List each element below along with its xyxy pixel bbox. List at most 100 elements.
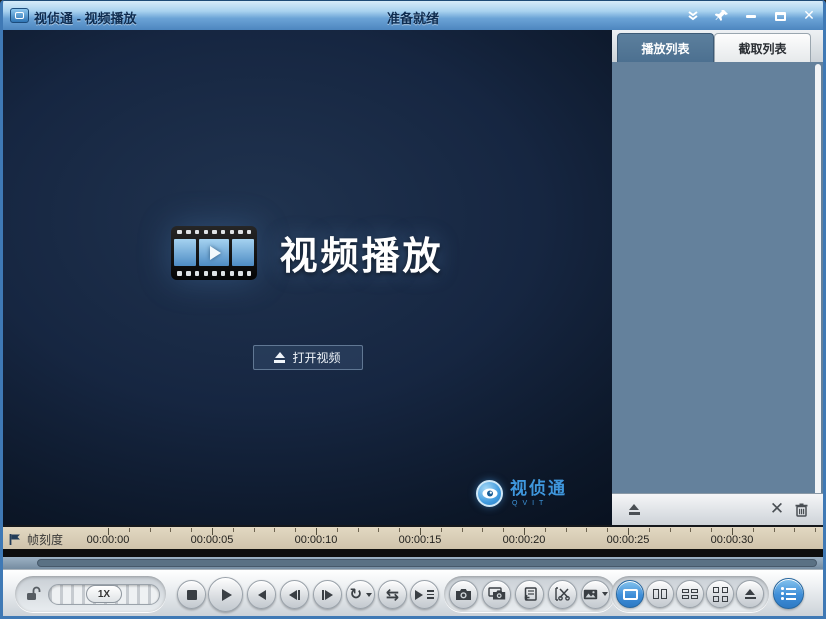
- panel-open-button[interactable]: [622, 498, 646, 522]
- timeline-tick: [794, 528, 795, 532]
- playlist-toggle-button[interactable]: [773, 578, 804, 609]
- watermark-sub: QVIT: [510, 500, 567, 507]
- step-forward-icon: [322, 590, 334, 600]
- timeline-tick: [670, 528, 671, 532]
- title-bar: 视侦通 - 视频播放 准备就绪 ✕: [0, 0, 826, 30]
- timeline-mark: 00:00:25: [607, 534, 650, 546]
- timeline-mark: 00:00:15: [399, 534, 442, 546]
- app-logo: 视频播放: [3, 225, 612, 280]
- loop-mode-button[interactable]: ↻: [346, 580, 375, 609]
- logo-title: 视频播放: [279, 225, 443, 280]
- playlist-content[interactable]: [612, 62, 823, 493]
- timeline-tick: [566, 528, 567, 532]
- play-button[interactable]: [208, 577, 243, 612]
- lock-open-icon[interactable]: [25, 586, 41, 602]
- tab-playlist[interactable]: 播放列表: [617, 33, 714, 62]
- speed-slider[interactable]: 1X: [48, 584, 160, 605]
- maximize-icon[interactable]: [771, 8, 789, 24]
- playlist-panel: 播放列表 截取列表 ✕: [612, 30, 823, 525]
- single-view-icon: [623, 589, 638, 600]
- timeline-tick: [545, 528, 546, 532]
- export-clip-button[interactable]: [581, 580, 610, 609]
- compare-button[interactable]: ⇆: [378, 580, 407, 609]
- scrollbar-thumb[interactable]: [37, 559, 817, 567]
- timeline-tick: [274, 528, 275, 532]
- timeline-tick: [607, 528, 608, 532]
- panel-delete-button[interactable]: [789, 498, 813, 522]
- video-display-area[interactable]: 视频播放 打开视频 视侦通 QVIT: [3, 30, 612, 525]
- split-4-icon: [682, 589, 698, 599]
- swap-arrows-icon: ⇆: [386, 587, 399, 603]
- split-2-icon: [653, 589, 667, 599]
- minimize-icon[interactable]: [742, 8, 760, 24]
- frame-flag-icon: [9, 533, 22, 546]
- eject-icon: [745, 589, 756, 600]
- eye-logo-icon: [476, 480, 503, 507]
- video-clip-icon: [583, 589, 608, 600]
- timeline-tick: [150, 528, 151, 532]
- cut-clip-button[interactable]: [548, 580, 577, 609]
- timeline-tick: [358, 528, 359, 532]
- step-forward-button[interactable]: [313, 580, 342, 609]
- brand-watermark: 视侦通 QVIT: [476, 480, 567, 507]
- pin-icon[interactable]: [713, 8, 731, 24]
- window-controls: ✕: [684, 1, 818, 31]
- playback-control-bar: 1X ↻ ⇆: [3, 569, 823, 616]
- play-segment-button[interactable]: [410, 580, 439, 609]
- split-4-view-button[interactable]: [676, 580, 704, 608]
- backward-icon: [258, 590, 266, 600]
- timeline-tick: [191, 528, 192, 532]
- timeline-tick: [815, 528, 816, 532]
- watermark-name: 视侦通: [510, 480, 567, 497]
- single-view-button[interactable]: [616, 580, 644, 608]
- timeline-tick: [690, 528, 691, 532]
- timeline-track[interactable]: [3, 549, 823, 557]
- tab-capture-list-label: 截取列表: [738, 40, 786, 57]
- speed-control-group: 1X: [15, 576, 166, 612]
- tab-playlist-label: 播放列表: [641, 40, 689, 57]
- scissors-icon: [555, 587, 571, 601]
- grid-view-button[interactable]: [706, 580, 734, 608]
- timeline-tick: [649, 528, 650, 532]
- timeline-tick: [586, 528, 587, 532]
- camera-icon: [455, 588, 472, 601]
- open-video-button[interactable]: 打开视频: [253, 345, 363, 370]
- timeline-mark: 00:00:05: [191, 534, 234, 546]
- prev-button[interactable]: [247, 580, 276, 609]
- play-icon: [210, 246, 221, 260]
- stop-icon: [187, 590, 197, 600]
- grid-4-icon: [713, 587, 728, 602]
- timeline-mark: 00:00:00: [87, 534, 130, 546]
- capture-group: [444, 576, 615, 612]
- save-frame-icon: [522, 587, 537, 601]
- play-icon: [222, 589, 232, 601]
- timeline-tick: [441, 528, 442, 532]
- timeline-tick: [774, 528, 775, 532]
- tab-capture-list[interactable]: 截取列表: [714, 33, 811, 62]
- timeline-tick: [462, 528, 463, 532]
- split-2-view-button[interactable]: [646, 580, 674, 608]
- timeline-tick: [295, 528, 296, 532]
- save-frame-button[interactable]: [515, 580, 544, 609]
- burst-snapshot-button[interactable]: [482, 580, 511, 609]
- timeline-mark: 00:00:30: [711, 534, 754, 546]
- speed-value[interactable]: 1X: [86, 585, 122, 603]
- panel-scrollbar[interactable]: [815, 64, 821, 519]
- stop-button[interactable]: [177, 580, 206, 609]
- view-layout-group: [611, 576, 769, 612]
- remove-icon: ✕: [770, 501, 784, 518]
- panel-remove-button[interactable]: ✕: [765, 498, 789, 522]
- step-back-button[interactable]: [280, 580, 309, 609]
- trash-icon: [795, 503, 808, 517]
- timeline-ruler[interactable]: 帧刻度 00:00:0000:00:0500:00:1000:00:1500:0…: [3, 525, 823, 549]
- timeline-tick: [233, 528, 234, 532]
- panel-tab-bar: 播放列表 截取列表: [612, 30, 823, 62]
- app-window: 视侦通 - 视频播放 准备就绪 ✕: [0, 0, 826, 619]
- snapshot-button[interactable]: [449, 580, 478, 609]
- eject-button[interactable]: [736, 580, 764, 608]
- collapse-icon[interactable]: [684, 8, 702, 24]
- timeline-tick: [482, 528, 483, 532]
- close-icon[interactable]: ✕: [800, 8, 818, 24]
- horizontal-scrollbar: [3, 557, 823, 569]
- eject-icon: [629, 504, 640, 515]
